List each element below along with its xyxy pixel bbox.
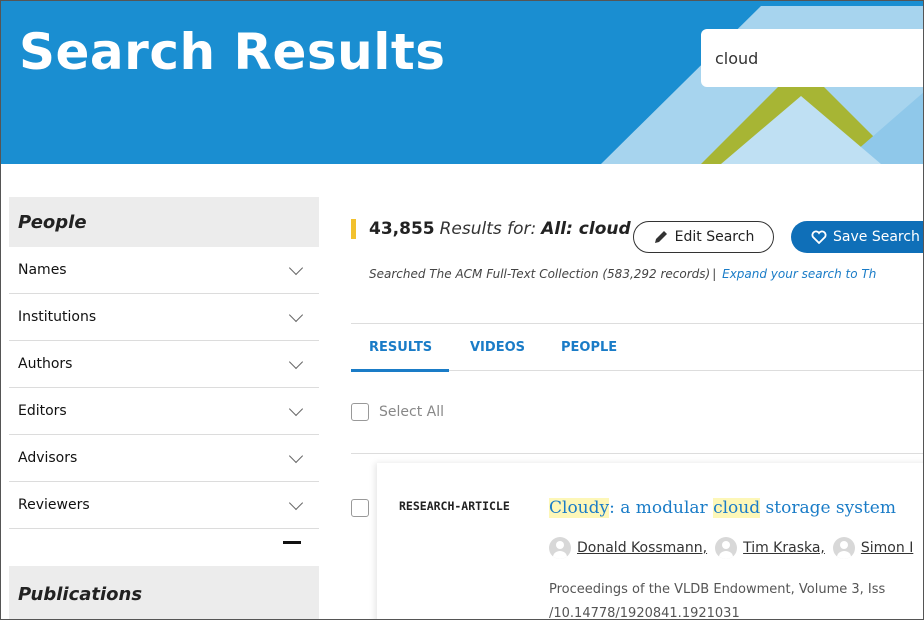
chevron-down-icon <box>288 495 304 511</box>
chevron-down-icon <box>288 448 304 464</box>
filter-label: Editors <box>18 403 67 419</box>
filter-editors[interactable]: Editors <box>9 388 319 435</box>
search-input[interactable]: cloud <box>701 29 923 87</box>
results-for-label: Results for: <box>439 219 537 239</box>
filter-label: Reviewers <box>18 497 90 513</box>
result-select-checkbox[interactable] <box>351 499 369 517</box>
result-type-label: RESEARCH-ARTICLE <box>399 499 510 513</box>
select-all-label: Select All <box>379 404 444 420</box>
filter-authors[interactable]: Authors <box>9 341 319 388</box>
select-all-control[interactable]: Select All <box>351 403 444 421</box>
chevron-down-icon <box>288 401 304 417</box>
author-link[interactable]: Tim Kraska, <box>715 537 825 559</box>
title-text: storage system <box>760 498 896 518</box>
save-search-label: Save Search <box>833 229 920 245</box>
query-text: All: cloud <box>541 219 631 239</box>
accent-bar <box>351 219 356 239</box>
avatar <box>832 537 855 559</box>
search-results-header: Search Results cloud <box>1 1 923 164</box>
save-search-button[interactable]: Save Search <box>791 221 923 253</box>
people-filter-heading: People <box>9 197 319 247</box>
filter-names[interactable]: Names <box>9 247 319 294</box>
search-input-value: cloud <box>715 49 759 68</box>
tab-videos[interactable]: VIDEOS <box>470 340 525 355</box>
heart-icon <box>811 230 827 244</box>
author-link[interactable]: Donald Kossmann, <box>549 537 707 559</box>
author-name: Simon I <box>860 540 914 556</box>
results-summary: 43,855 Results for: All: cloud <box>351 219 631 239</box>
collapse-icon[interactable] <box>283 541 301 544</box>
chevron-down-icon <box>288 354 304 370</box>
collapse-row <box>9 529 319 549</box>
tab-results[interactable]: RESULTS <box>369 340 432 355</box>
title-text: : a modular <box>609 498 714 518</box>
expand-search-link[interactable]: Expand your search to Th <box>722 267 876 281</box>
page-frame: Search Results cloud People Names Instit… <box>0 0 924 620</box>
result-authors: Donald Kossmann, Tim Kraska, Simon I <box>549 537 921 559</box>
edit-search-button[interactable]: Edit Search <box>633 221 774 253</box>
author-name: Donald Kossmann, <box>577 540 708 556</box>
select-all-checkbox[interactable] <box>351 403 369 421</box>
searched-collection-text: Searched The ACM Full-Text Collection (5… <box>369 267 711 281</box>
divider <box>351 453 923 454</box>
result-title-link[interactable]: Cloudy: a modular cloud storage system <box>549 498 896 518</box>
results-tabs: RESULTS VIDEOS PEOPLE <box>351 323 923 372</box>
page-title: Search Results <box>19 23 446 81</box>
searched-collection-note: Searched The ACM Full-Text Collection (5… <box>369 267 876 281</box>
filter-advisors[interactable]: Advisors <box>9 435 319 482</box>
filter-label: Authors <box>18 356 73 372</box>
title-highlight: Cloudy <box>549 498 610 518</box>
filter-institutions[interactable]: Institutions <box>9 294 319 341</box>
avatar <box>715 537 738 559</box>
pencil-icon <box>654 231 667 243</box>
active-tab-indicator <box>351 369 449 372</box>
separator: | <box>712 267 717 281</box>
author-name: Tim Kraska, <box>743 540 825 556</box>
results-count: 43,855 <box>369 219 435 239</box>
filter-label: Institutions <box>18 309 97 325</box>
filter-label: Names <box>18 262 67 278</box>
filter-sidebar: People Names Institutions Authors Editor… <box>9 197 319 619</box>
avatar <box>549 537 571 559</box>
result-doi-link[interactable]: /10.14778/1920841.1921031 <box>549 606 740 619</box>
title-highlight: cloud <box>713 498 761 518</box>
publications-filter-heading: Publications <box>9 566 319 619</box>
chevron-down-icon <box>288 260 304 276</box>
edit-search-label: Edit Search <box>674 229 755 245</box>
author-link[interactable]: Simon I <box>832 537 914 559</box>
filter-label: Advisors <box>18 450 78 466</box>
tab-people[interactable]: PEOPLE <box>561 340 617 355</box>
chevron-down-icon <box>288 307 304 323</box>
result-venue: Proceedings of the VLDB Endowment, Volum… <box>549 582 886 597</box>
filter-reviewers[interactable]: Reviewers <box>9 482 319 529</box>
